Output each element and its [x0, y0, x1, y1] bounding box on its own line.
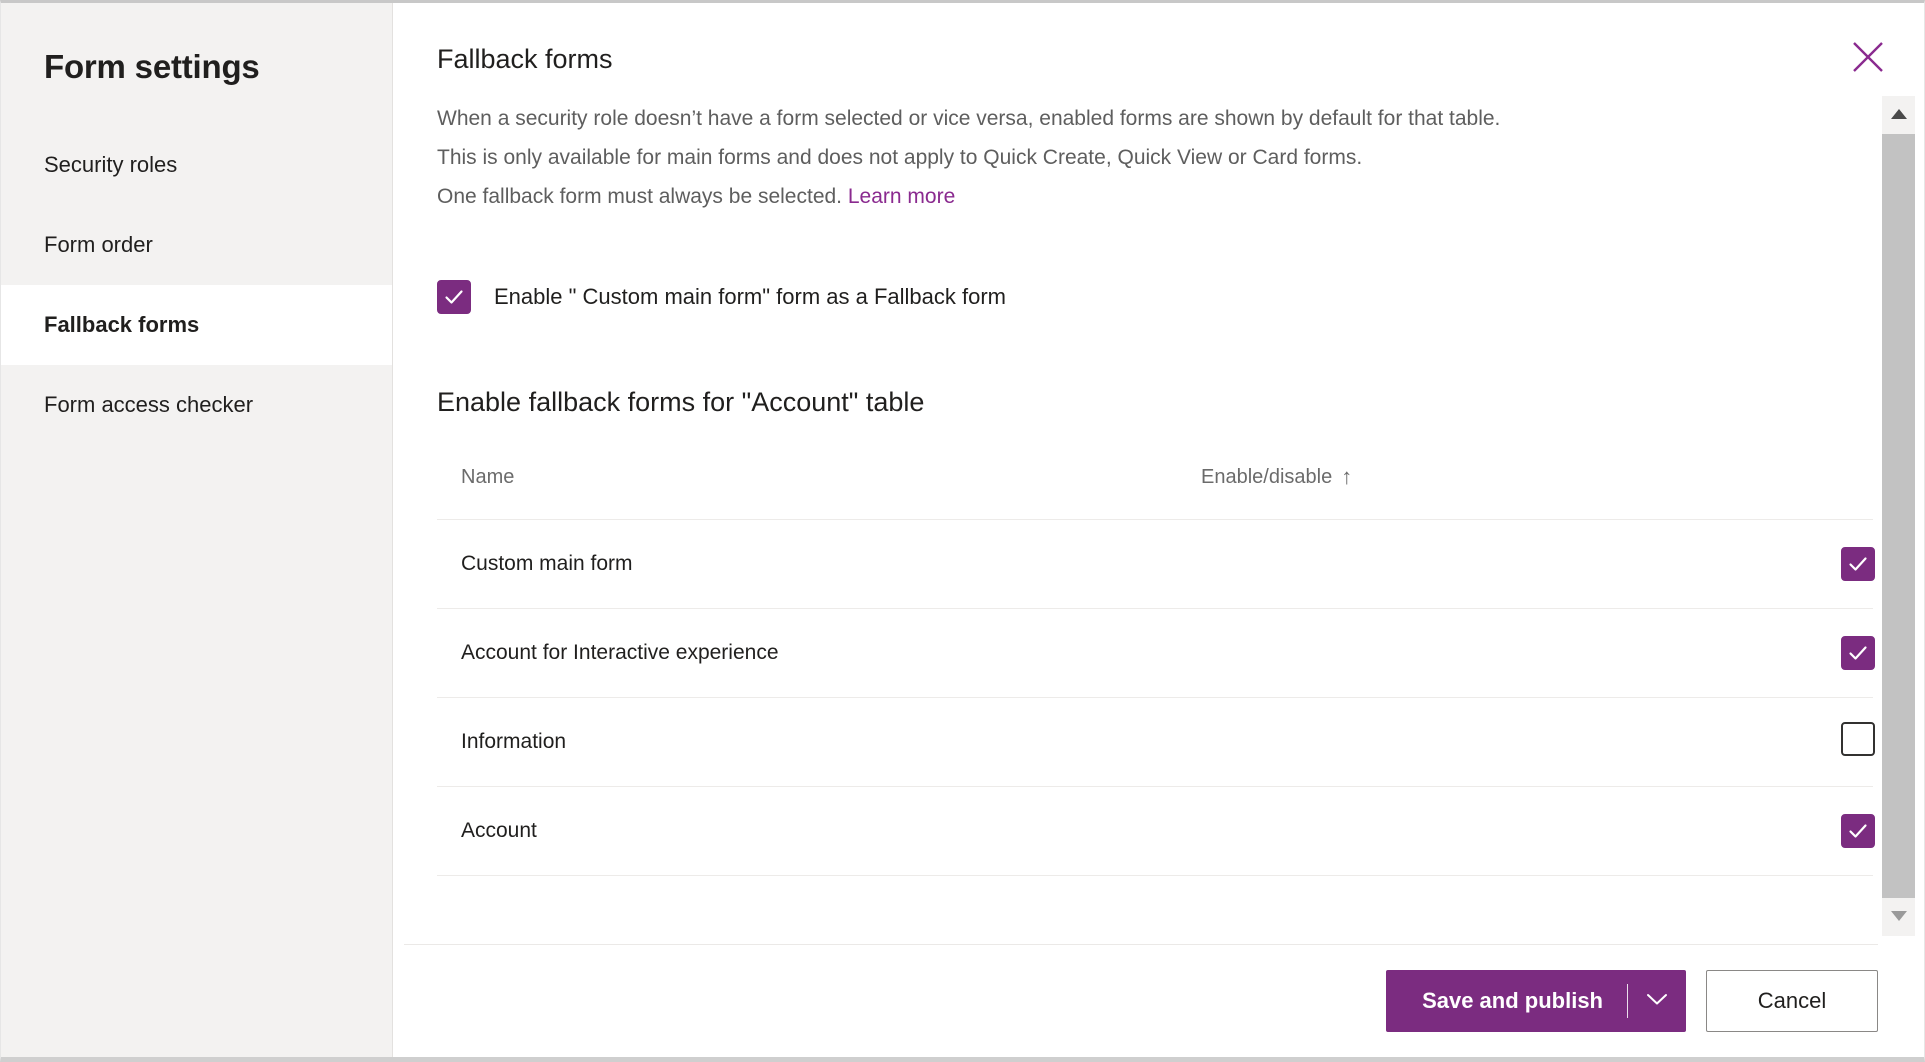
save-and-publish-label: Save and publish	[1422, 988, 1603, 1014]
table-cell-name: Account	[437, 786, 1201, 875]
form-name-label: Information	[461, 730, 566, 753]
form-name-label: Custom main form	[461, 552, 633, 575]
save-and-publish-split-button[interactable]: Save and publish	[1386, 970, 1686, 1032]
description-line-3: One fallback form must always be selecte…	[437, 185, 842, 208]
sidebar-item-label: Form access checker	[44, 392, 253, 418]
table-cell-enable	[1201, 786, 1873, 875]
row-enable-checkbox[interactable]	[1841, 722, 1875, 756]
enable-fallback-form-label: Enable " Custom main form" form as a Fal…	[494, 284, 1006, 310]
row-enable-checkbox-wrap[interactable]	[1841, 824, 1875, 847]
learn-more-link[interactable]: Learn more	[848, 185, 955, 208]
checkmark-icon	[1847, 642, 1869, 664]
panel-description: When a security role doesn’t have a form…	[437, 99, 1857, 216]
form-name-label: Account	[461, 819, 537, 842]
fallback-forms-table: Name Enable/disable ↑	[437, 466, 1873, 876]
panel-body: Fallback forms When a security role does…	[393, 3, 1924, 944]
column-header-enable-disable-inner: Enable/disable ↑	[1201, 466, 1352, 489]
table-row[interactable]: Information	[437, 697, 1873, 786]
row-enable-checkbox-wrap[interactable]	[1841, 738, 1875, 761]
table-cell-enable	[1201, 608, 1873, 697]
page-title: Fallback forms	[437, 43, 1924, 77]
sort-ascending-arrow-icon: ↑	[1341, 466, 1352, 488]
scroll-up-arrow-icon	[1891, 106, 1907, 124]
description-line-1: When a security role doesn’t have a form…	[437, 107, 1500, 130]
sidebar-title: Form settings	[1, 3, 392, 87]
table-header-row: Name Enable/disable ↑	[437, 466, 1873, 520]
row-enable-checkbox-wrap[interactable]	[1841, 557, 1875, 580]
scrollbar-thumb[interactable]	[1882, 134, 1915, 898]
save-and-publish-button[interactable]: Save and publish	[1386, 970, 1627, 1032]
row-enable-checkbox[interactable]	[1841, 547, 1875, 581]
sidebar-item-label: Security roles	[44, 152, 177, 178]
sidebar-item-label: Fallback forms	[44, 312, 199, 338]
enable-fallback-form-checkbox[interactable]	[437, 280, 471, 314]
section-heading: Enable fallback forms for "Account" tabl…	[437, 387, 1924, 418]
column-header-enable-disable-label: Enable/disable	[1201, 466, 1332, 489]
row-enable-checkbox[interactable]	[1841, 814, 1875, 848]
close-button[interactable]	[1844, 33, 1892, 81]
scroll-up-button[interactable]	[1882, 96, 1915, 134]
save-and-publish-menu-button[interactable]	[1628, 970, 1686, 1032]
cancel-button[interactable]: Cancel	[1706, 970, 1878, 1032]
table-row[interactable]: Account for Interactive experience	[437, 608, 1873, 697]
dialog-footer: Save and publish Cancel	[393, 945, 1924, 1057]
close-icon	[1851, 40, 1885, 74]
sidebar-item-security-roles[interactable]: Security roles	[1, 125, 392, 205]
table-cell-name: Information	[437, 697, 1201, 786]
sidebar-item-fallback-forms[interactable]: Fallback forms	[1, 285, 392, 365]
row-enable-checkbox[interactable]	[1841, 636, 1875, 670]
scroll-down-arrow-icon	[1891, 908, 1907, 926]
table-row[interactable]: Account	[437, 786, 1873, 875]
sidebar: Form settings Security roles Form order …	[1, 3, 393, 1057]
table-cell-name: Custom main form	[437, 519, 1201, 608]
scroll-down-button[interactable]	[1882, 898, 1915, 936]
sidebar-nav: Security roles Form order Fallback forms…	[1, 125, 392, 445]
chevron-down-icon	[1646, 992, 1668, 1011]
form-name-label: Account for Interactive experience	[461, 641, 779, 664]
panel-content: Fallback forms When a security role does…	[393, 3, 1924, 876]
table-cell-enable	[1201, 519, 1873, 608]
table-row[interactable]: Custom main form	[437, 519, 1873, 608]
sidebar-item-form-order[interactable]: Form order	[1, 205, 392, 285]
column-header-name-label: Name	[461, 466, 514, 488]
checkmark-icon	[443, 286, 465, 308]
row-enable-checkbox-wrap[interactable]	[1841, 646, 1875, 669]
scrollbar-track[interactable]	[1882, 134, 1915, 898]
main-panel: Fallback forms When a security role does…	[393, 3, 1924, 1057]
table-cell-enable	[1201, 697, 1873, 786]
sidebar-item-form-access-checker[interactable]: Form access checker	[1, 365, 392, 445]
enable-fallback-form-checkbox-row[interactable]: Enable " Custom main form" form as a Fal…	[437, 280, 1006, 314]
checkmark-icon	[1847, 820, 1869, 842]
table-cell-name: Account for Interactive experience	[437, 608, 1201, 697]
vertical-scrollbar[interactable]	[1882, 96, 1915, 936]
split-button-separator	[1627, 984, 1628, 1018]
description-line-2: This is only available for main forms an…	[437, 146, 1362, 169]
table-header: Name Enable/disable ↑	[437, 466, 1873, 520]
sidebar-item-label: Form order	[44, 232, 153, 258]
checkmark-icon	[1847, 553, 1869, 575]
form-settings-dialog: Form settings Security roles Form order …	[0, 0, 1925, 1062]
column-header-enable-disable[interactable]: Enable/disable ↑	[1201, 466, 1873, 520]
table-body: Custom main form	[437, 519, 1873, 875]
column-header-name[interactable]: Name	[437, 466, 1201, 520]
